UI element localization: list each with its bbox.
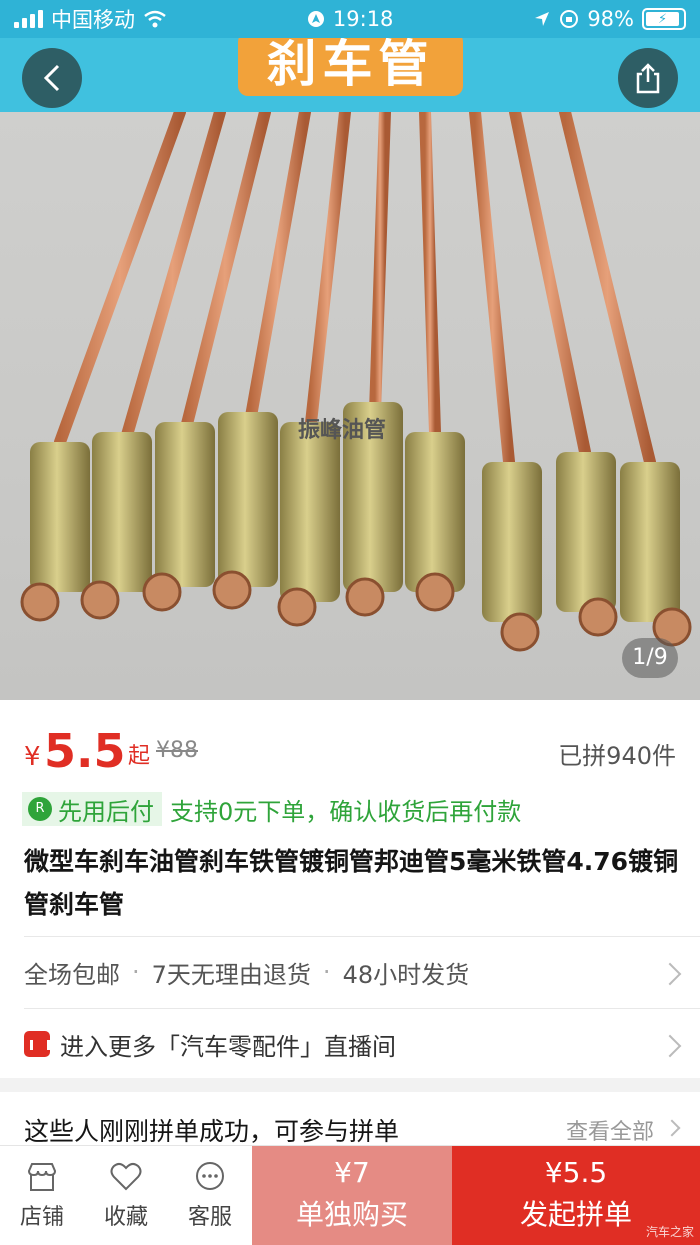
store-icon (27, 1163, 57, 1191)
carrier-label: 中国移动 (51, 8, 135, 32)
image-banner: 刹车管 (0, 38, 700, 112)
divider (24, 936, 700, 937)
store-label: 店铺 (19, 1205, 64, 1230)
banner-title: 刹车管 (238, 38, 463, 96)
group-price: 5.5 (44, 724, 126, 778)
service-shipping-time: 48小时发货 (342, 960, 470, 989)
customer-service-button[interactable]: 客服 (168, 1146, 252, 1245)
group-buy-price: ¥5.5 (544, 1156, 608, 1189)
group-buy-section: 这些人刚刚拼单成功，可参与拼单 查看全部 (0, 1092, 700, 1152)
battery-icon: ⚡ (642, 8, 686, 30)
price-row: ¥ 5.5 起 ¥88 已拼940件 (24, 724, 676, 780)
product-info: ¥ 5.5 起 ¥88 已拼940件 R 先用后付 支持0元下单，确认收货后再付… (0, 700, 700, 1078)
group-buy-title: 这些人刚刚拼单成功，可参与拼单 (24, 1117, 400, 1146)
favorite-label: 收藏 (103, 1205, 148, 1230)
bottom-action-bar: 店铺 收藏 客服 ¥7 单独购买 ¥5.5 发起拼单 汽车之家 (0, 1145, 700, 1245)
pay-later-label: 先用后付 (58, 797, 154, 826)
separator-dot: · (322, 958, 331, 986)
wifi-icon (144, 10, 166, 28)
corner-watermark: 汽车之家 (645, 1225, 694, 1239)
rotation-lock-icon (560, 10, 579, 28)
service-row[interactable]: 全场包邮 · 7天无理由退货 · 48小时发货 (24, 954, 676, 990)
original-price: ¥88 (156, 738, 198, 763)
pay-later-tag: R 先用后付 (22, 792, 162, 826)
chevron-right-icon (663, 1119, 681, 1137)
nav-arrow-icon (307, 11, 324, 27)
customer-service-label: 客服 (187, 1205, 232, 1230)
image-watermark: 振峰油管 (298, 418, 387, 443)
share-button[interactable] (618, 48, 678, 108)
separator-dot: · (132, 958, 140, 986)
product-title: 微型车刹车油管刹车铁管镀铜管邦迪管5毫米铁管4.76镀铜管刹车管 (24, 847, 679, 919)
favorite-button[interactable]: 收藏 (84, 1146, 168, 1245)
pay-later-icon: R (28, 797, 52, 821)
service-free-shipping: 全场包邮 (24, 960, 120, 989)
sold-count: 已拼940件 (558, 742, 676, 770)
buy-alone-button[interactable]: ¥7 单独购买 (252, 1146, 452, 1245)
signal-icon (14, 10, 43, 28)
price-suffix: 起 (128, 744, 151, 769)
clock: 19:18 (332, 7, 394, 31)
heart-icon (110, 1162, 142, 1191)
product-image-carousel[interactable]: 刹车管 振峰油管 1/9 (0, 38, 700, 700)
product-photo: 振峰油管 (0, 106, 700, 700)
pay-later-row[interactable]: R 先用后付 支持0元下单，确认收货后再付款 (22, 792, 521, 826)
brake-pipes-illustration (20, 106, 692, 652)
product-page: 中国移动 19:18 98% ⚡ 刹车管 振峰油管 1/9 ¥ 5.5 起 ¥8… (0, 0, 700, 1245)
chevron-left-icon (43, 64, 60, 92)
location-icon (535, 12, 550, 26)
start-group-buy-button[interactable]: ¥5.5 发起拼单 汽车之家 (452, 1146, 700, 1245)
view-all-link[interactable]: 查看全部 (566, 1114, 654, 1146)
live-room-label: 进入更多「汽车零配件」直播间 (60, 1032, 396, 1061)
buy-alone-price: ¥7 (334, 1156, 370, 1189)
pay-later-desc: 支持0元下单，确认收货后再付款 (170, 797, 522, 826)
currency-symbol: ¥ (24, 742, 41, 772)
divider (24, 1008, 700, 1009)
live-tv-icon (24, 1031, 50, 1057)
share-icon (636, 63, 660, 94)
service-return: 7天无理由退货 (151, 960, 311, 989)
image-counter: 1/9 (622, 638, 678, 678)
store-button[interactable]: 店铺 (0, 1146, 84, 1245)
status-bar: 中国移动 19:18 98% ⚡ (0, 0, 700, 38)
live-room-link[interactable]: 进入更多「汽车零配件」直播间 (24, 1026, 676, 1062)
back-button[interactable] (22, 48, 82, 108)
buy-alone-label: 单独购买 (295, 1198, 408, 1231)
battery-percent: 98% (587, 7, 634, 31)
chat-icon (196, 1162, 224, 1190)
